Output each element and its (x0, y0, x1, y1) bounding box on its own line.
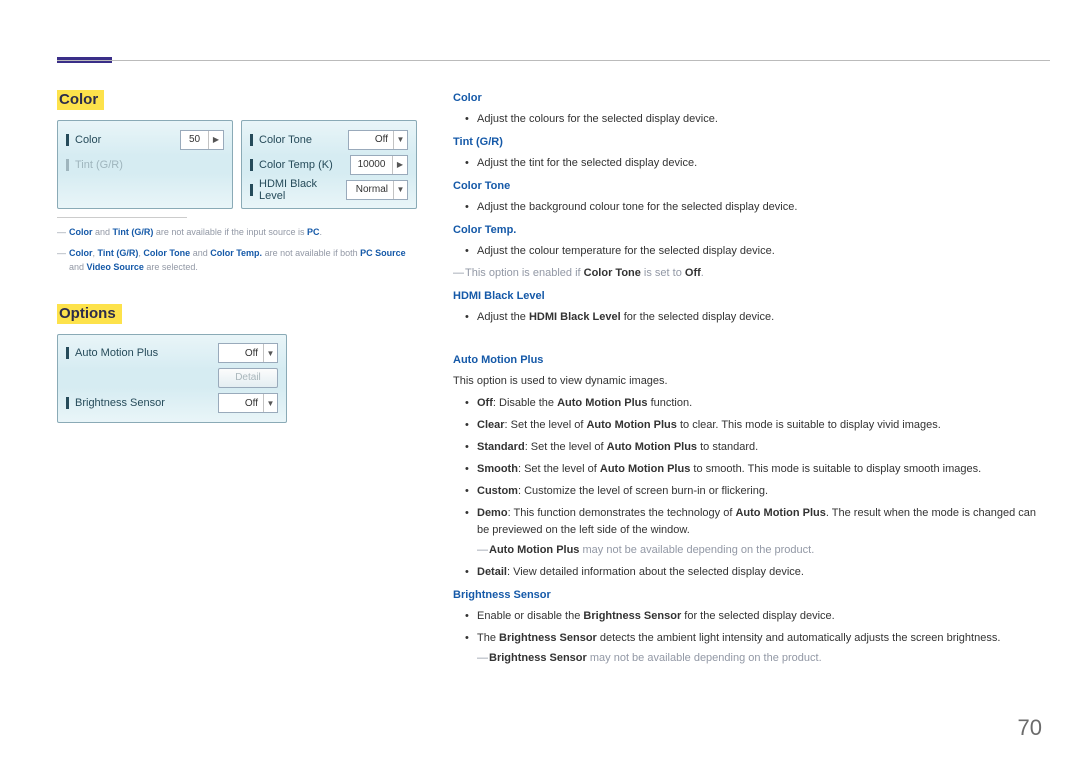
bullet-amp-detail: Detail: View detailed information about … (453, 564, 1050, 581)
brightness-sensor-row: Brightness Sensor Off ▼ (66, 391, 278, 416)
amp-value: Off (219, 348, 263, 359)
hdmi-black-dropdown[interactable]: Normal ▼ (346, 180, 408, 200)
header-rule (57, 60, 1050, 61)
amp-intro: This option is used to view dynamic imag… (453, 373, 1050, 390)
triangle-right-icon[interactable]: ▶ (393, 156, 407, 174)
manual-page: Color Color 50 ▶ Tint (G/R) (0, 0, 1080, 763)
heading-amp: Auto Motion Plus (453, 352, 1050, 369)
note-amp: Auto Motion Plus may not be available de… (477, 542, 1050, 559)
heading-tint: Tint (G/R) (453, 134, 1050, 151)
hdmi-black-label: HDMI Black Level (259, 178, 342, 202)
left-column: Color Color 50 ▶ Tint (G/R) (57, 90, 417, 672)
hdmi-black-row: HDMI Black Level Normal ▼ (250, 177, 408, 202)
amp-label: Auto Motion Plus (75, 347, 214, 359)
section-title-color: Color (57, 90, 104, 110)
bullet-temp: Adjust the colour temperature for the se… (453, 243, 1050, 260)
tint-label: Tint (G/R) (75, 159, 224, 171)
row-marker-icon (250, 134, 253, 146)
color-panel-left: Color 50 ▶ Tint (G/R) (57, 120, 233, 209)
footnote-1: Color and Tint (G/R) are not available i… (57, 226, 417, 240)
right-column: Color Adjust the colours for the selecte… (453, 90, 1050, 672)
chevron-down-icon[interactable]: ▼ (263, 394, 277, 412)
amp-row: Auto Motion Plus Off ▼ (66, 341, 278, 366)
amp-dropdown[interactable]: Off ▼ (218, 343, 278, 363)
color-label: Color (75, 134, 176, 146)
heading-brightness-sensor: Brightness Sensor (453, 587, 1050, 604)
bullet-amp-smooth: Smooth: Set the level of Auto Motion Plu… (453, 461, 1050, 478)
row-marker-icon (250, 159, 253, 171)
row-marker-icon (66, 134, 69, 146)
bullet-bs-1: Enable or disable the Brightness Sensor … (453, 608, 1050, 625)
color-temp-value: 10000 (351, 156, 393, 174)
section-title-options: Options (57, 304, 122, 324)
bullet-tint: Adjust the tint for the selected display… (453, 155, 1050, 172)
bullet-amp-off: Off: Disable the Auto Motion Plus functi… (453, 395, 1050, 412)
note-bs: Brightness Sensor may not be available d… (477, 650, 1050, 667)
heading-color: Color (453, 90, 1050, 107)
color-tone-label: Color Tone (259, 134, 344, 146)
color-value: 50 (181, 131, 209, 149)
color-temp-row: Color Temp (K) 10000 ▶ (250, 152, 408, 177)
bullet-amp-demo: Demo: This function demonstrates the tec… (453, 505, 1050, 559)
chevron-down-icon[interactable]: ▼ (393, 131, 407, 149)
brightness-sensor-label: Brightness Sensor (75, 397, 214, 409)
chevron-down-icon[interactable]: ▼ (393, 181, 407, 199)
triangle-right-icon[interactable]: ▶ (209, 131, 223, 149)
color-row: Color 50 ▶ (66, 127, 224, 152)
bullet-tone: Adjust the background colour tone for th… (453, 199, 1050, 216)
heading-tone: Color Tone (453, 178, 1050, 195)
row-marker-icon (66, 347, 69, 359)
hdmi-black-value: Normal (347, 184, 393, 195)
bullet-hdmi: Adjust the HDMI Black Level for the sele… (453, 309, 1050, 326)
color-temp-label: Color Temp (K) (259, 159, 346, 171)
color-tone-value: Off (349, 134, 393, 145)
row-marker-icon (66, 159, 69, 171)
brightness-sensor-dropdown[interactable]: Off ▼ (218, 393, 278, 413)
color-panel-right: Color Tone Off ▼ Color Temp (K) 10000 ▶ (241, 120, 417, 209)
options-panel: Auto Motion Plus Off ▼ Detail Brightness… (57, 334, 287, 423)
footnote-rule (57, 217, 187, 218)
color-panel-group: Color 50 ▶ Tint (G/R) Color Tone (57, 120, 417, 209)
color-temp-spinner[interactable]: 10000 ▶ (350, 155, 408, 175)
row-marker-icon (66, 397, 69, 409)
bullet-color: Adjust the colours for the selected disp… (453, 111, 1050, 128)
note-temp: This option is enabled if Color Tone is … (453, 265, 1050, 282)
color-tone-dropdown[interactable]: Off ▼ (348, 130, 408, 150)
page-number: 70 (1018, 715, 1042, 741)
heading-hdmi: HDMI Black Level (453, 288, 1050, 305)
heading-temp: Color Temp. (453, 222, 1050, 239)
detail-button[interactable]: Detail (218, 368, 278, 388)
bullet-amp-standard: Standard: Set the level of Auto Motion P… (453, 439, 1050, 456)
tint-row: Tint (G/R) (66, 152, 224, 177)
detail-row: Detail (66, 366, 278, 391)
color-tone-row: Color Tone Off ▼ (250, 127, 408, 152)
footnote-2: Color, Tint (G/R), Color Tone and Color … (57, 247, 417, 275)
bullet-amp-custom: Custom: Customize the level of screen bu… (453, 483, 1050, 500)
brightness-sensor-value: Off (219, 398, 263, 409)
color-spinner[interactable]: 50 ▶ (180, 130, 224, 150)
bullet-amp-clear: Clear: Set the level of Auto Motion Plus… (453, 417, 1050, 434)
row-marker-icon (250, 184, 253, 196)
chevron-down-icon[interactable]: ▼ (263, 344, 277, 362)
bullet-bs-2: The Brightness Sensor detects the ambien… (453, 630, 1050, 667)
